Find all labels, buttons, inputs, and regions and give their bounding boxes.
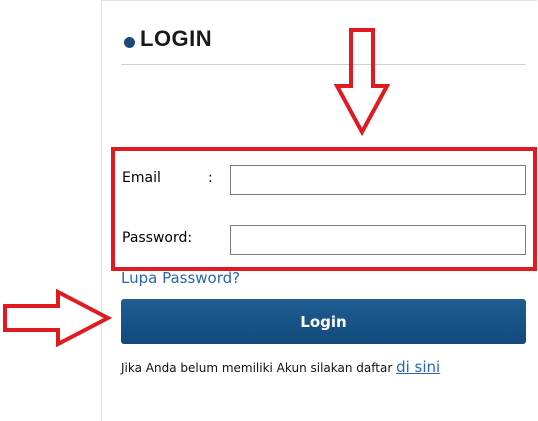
forgot-password-link[interactable]: Lupa Password?	[121, 269, 240, 287]
register-text: Jika Anda belum memiliki Akun silakan da…	[121, 361, 397, 375]
header-divider	[121, 64, 526, 65]
email-colon: :	[208, 170, 213, 186]
login-button[interactable]: Login	[121, 299, 526, 344]
down-arrow-annotation-icon	[334, 28, 390, 136]
register-prompt: Jika Anda belum memiliki Akun silakan da…	[121, 358, 531, 378]
right-arrow-annotation-icon	[3, 289, 112, 347]
register-link[interactable]: di sini	[396, 358, 440, 376]
panel-title: LOGIN	[140, 26, 213, 51]
email-label: Email	[122, 170, 161, 186]
email-field[interactable]	[230, 165, 526, 195]
password-field[interactable]	[230, 225, 526, 255]
bullet-dot-icon	[124, 37, 135, 48]
password-label: Password:	[122, 230, 193, 246]
